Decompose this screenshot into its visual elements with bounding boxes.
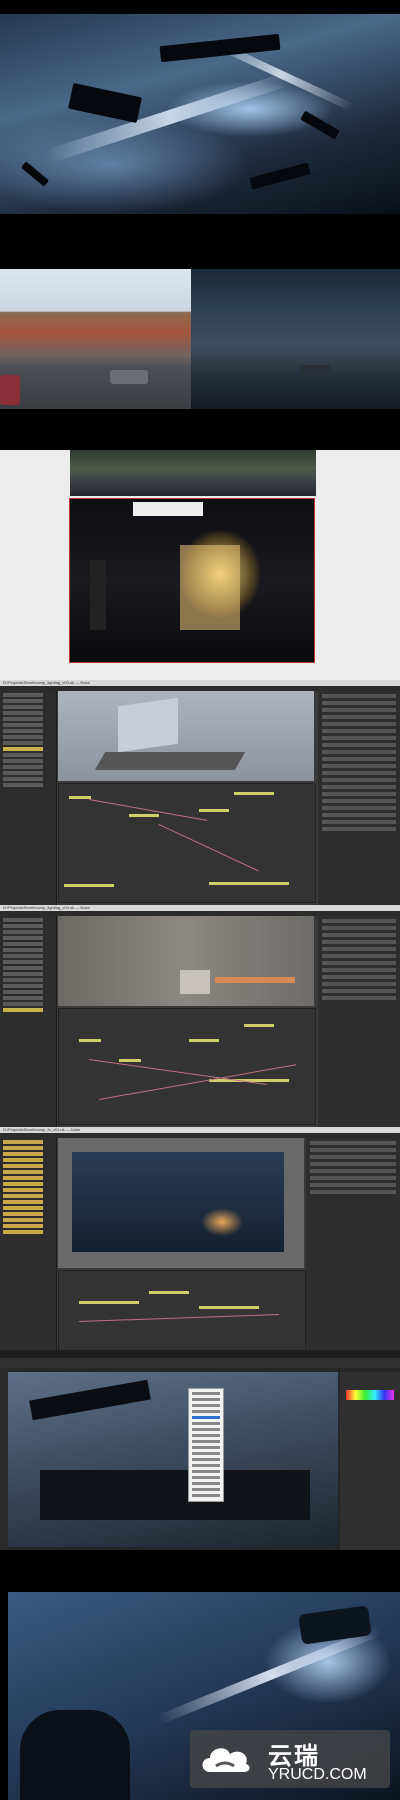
set-photos-panel [0, 450, 400, 680]
set-window [180, 545, 240, 630]
car [300, 365, 330, 377]
node-graph[interactable] [58, 1008, 316, 1125]
compositor-window: D:\Projects\Street\comp_lighting_v03.nk … [0, 680, 400, 905]
project-panel[interactable] [0, 691, 57, 905]
car [110, 370, 148, 384]
render-still-panel [0, 0, 400, 235]
menu-bar[interactable] [0, 1350, 400, 1358]
properties-panel[interactable] [318, 691, 400, 905]
car [0, 375, 20, 405]
photoshop-window [0, 1350, 400, 1550]
watermark-en: YRUCD.COM [268, 1766, 367, 1783]
properties-panel[interactable] [318, 916, 400, 1127]
cloud-icon [202, 1748, 250, 1772]
file-browser[interactable] [0, 1138, 57, 1350]
street-plates-panel [0, 235, 400, 450]
compositor-window: D:\Projects\Street\comp_lighting_v04.nk … [0, 905, 400, 1127]
vehicle-silhouette [40, 1470, 310, 1520]
set-block [180, 970, 210, 994]
context-menu[interactable] [188, 1388, 224, 1502]
node-graph[interactable] [58, 1270, 306, 1352]
ladder [90, 560, 106, 630]
card-shape [118, 697, 178, 753]
location-photo [70, 450, 316, 496]
glow-streak [215, 977, 295, 983]
properties-panel[interactable] [306, 1138, 400, 1350]
ground-plane [94, 752, 246, 770]
softbox [133, 502, 203, 516]
color-swatches[interactable] [346, 1390, 394, 1400]
night-street-plate [191, 269, 400, 409]
compositor-window: D:\Projects\Street\comp_fx_v01.nk — Nuke [0, 1127, 400, 1352]
node-graph[interactable] [58, 783, 316, 903]
options-bar[interactable] [0, 1358, 400, 1368]
soldier-silhouette [20, 1710, 130, 1800]
tools-panel[interactable] [0, 1368, 8, 1550]
day-street-plate [0, 269, 191, 409]
project-panel[interactable] [0, 916, 57, 1127]
watermark: 云瑞 YRUCD.COM [190, 1730, 390, 1788]
render-preview [72, 1152, 284, 1252]
